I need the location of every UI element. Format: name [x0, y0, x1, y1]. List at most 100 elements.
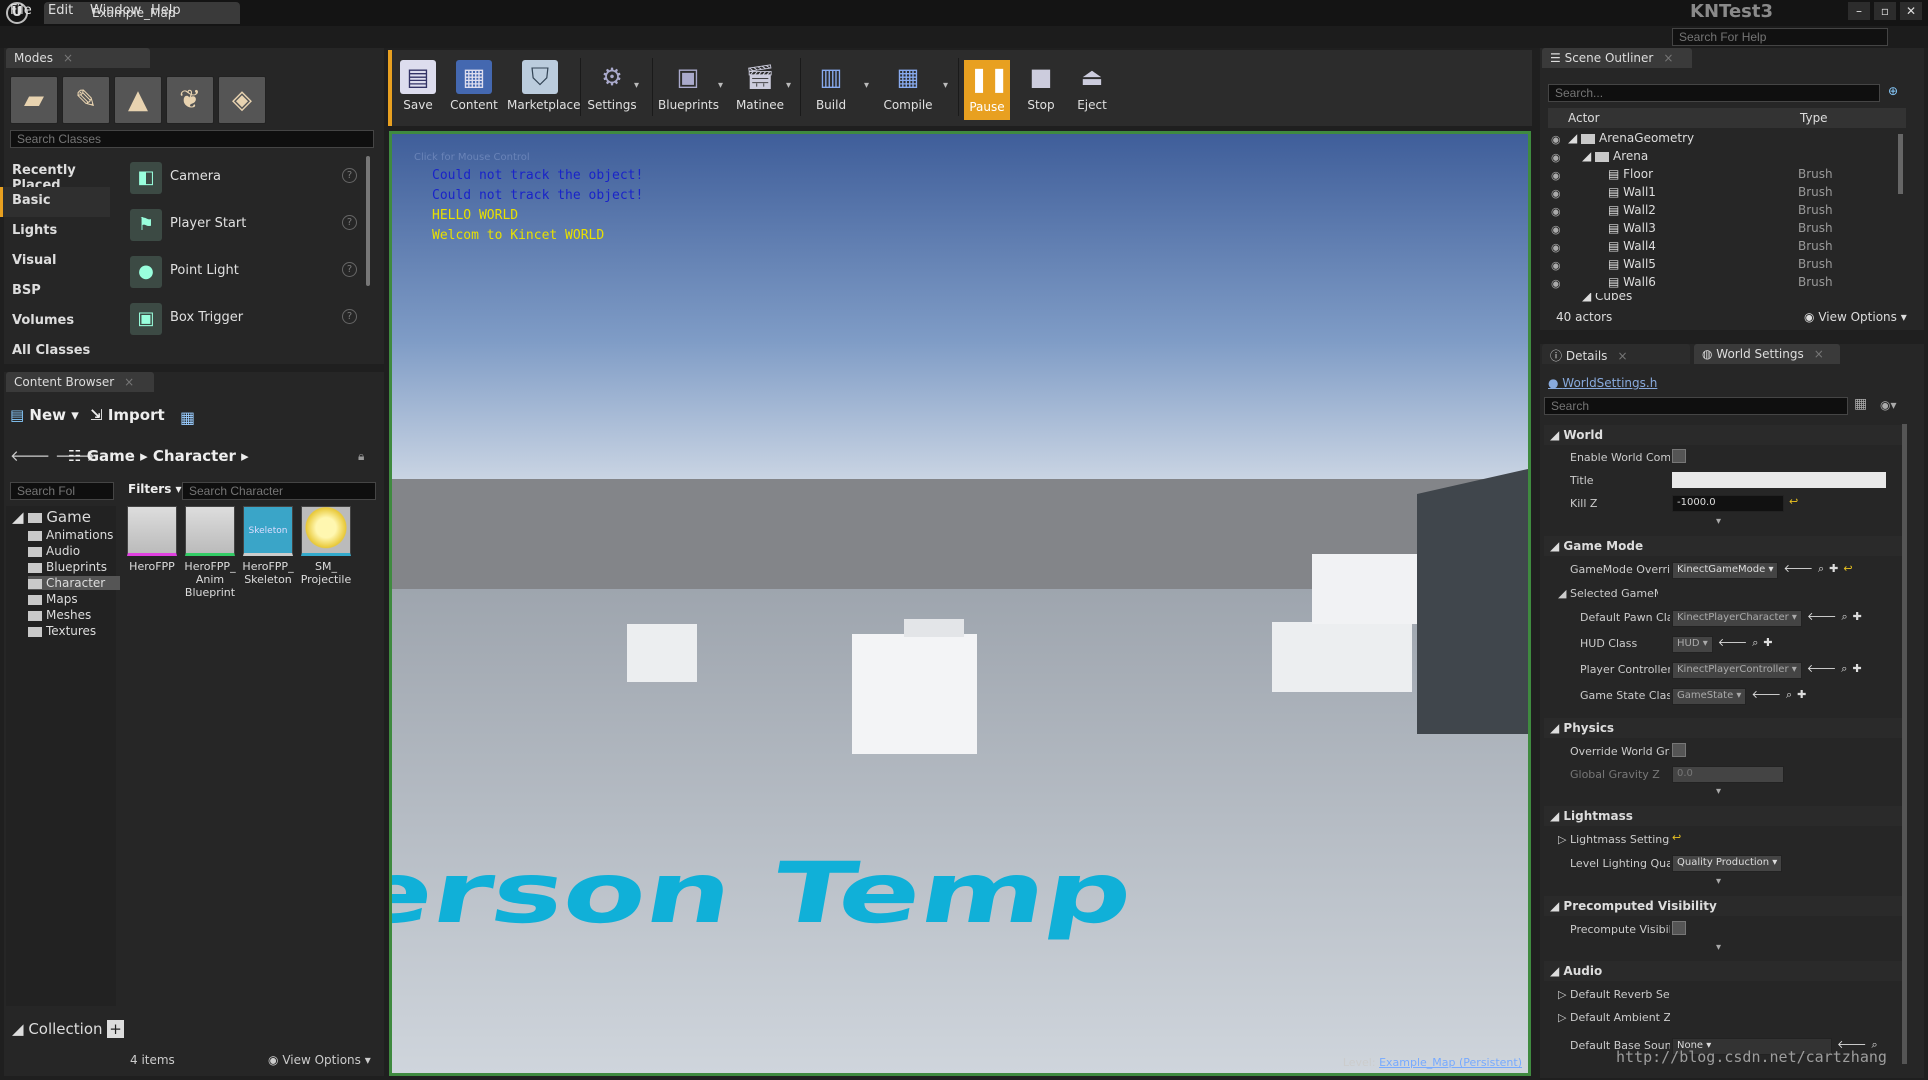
outliner-search-input[interactable] — [1548, 84, 1880, 102]
scrollbar[interactable] — [366, 156, 370, 286]
collections-header[interactable]: ◢ Collection + — [12, 1020, 124, 1038]
save-button[interactable]: ▤ Save — [393, 60, 443, 118]
prop-label[interactable]: ▷ Lightmass Settings — [1558, 833, 1670, 846]
tree-folder-audio[interactable]: Audio — [28, 544, 120, 558]
browse-icon[interactable]: ⌕ — [1841, 662, 1847, 675]
settings-button[interactable]: ⚙ Settings — [586, 60, 638, 118]
paint-mode-icon[interactable]: ✎ — [62, 76, 110, 124]
expand-icon[interactable]: ▾ — [1716, 786, 1721, 797]
default-pawn-select[interactable]: KinectPlayerCharacter ▾ — [1672, 610, 1802, 627]
outliner-row-wall5[interactable]: ◉ ▤ Wall5 Brush — [1548, 257, 1908, 275]
eye-icon[interactable]: ◉ — [1551, 133, 1561, 146]
search-classes-input[interactable] — [10, 130, 374, 148]
blueprints-button[interactable]: ▣ Blueprints — [658, 60, 719, 118]
gamemode-override-select[interactable]: KinectGameMode ▾ — [1672, 562, 1779, 579]
eye-icon[interactable]: ◉▾ — [1880, 398, 1897, 412]
close-icon[interactable]: × — [1663, 51, 1673, 65]
new-button[interactable]: ▤ New ▾ — [10, 406, 79, 424]
override-gravity-checkbox[interactable] — [1672, 743, 1686, 757]
asset-sm-projectile[interactable]: SM_ Projectile — [300, 506, 352, 586]
col-type[interactable]: Type — [1800, 111, 1828, 125]
browse-icon[interactable]: ⌕ — [1752, 636, 1758, 649]
col-actor[interactable]: Actor — [1568, 111, 1600, 125]
import-button[interactable]: ⇲ Import — [90, 406, 165, 424]
asset-search-input[interactable] — [182, 482, 376, 500]
category-recently-placed[interactable]: Recently Placed — [0, 157, 110, 193]
player-controller-select[interactable]: KinectPlayerController ▾ — [1672, 662, 1802, 679]
matinee-dropdown-icon[interactable]: ▾ — [786, 80, 791, 91]
title-input[interactable] — [1672, 472, 1886, 488]
kill-z-input[interactable]: -1000.0 — [1672, 495, 1784, 512]
folder-tree-icon[interactable]: ☷ — [68, 447, 81, 465]
close-icon[interactable]: × — [63, 51, 73, 65]
help-icon[interactable]: ? — [342, 262, 357, 277]
foliage-mode-icon[interactable]: ❦ — [166, 76, 214, 124]
reset-icon[interactable]: ↩ — [1789, 495, 1798, 508]
add-icon[interactable]: ✚ — [1853, 610, 1862, 623]
stop-button[interactable]: ■ Stop — [1016, 60, 1066, 118]
scrollbar[interactable] — [1898, 134, 1903, 194]
object-link[interactable]: WorldSettings.h — [1562, 376, 1657, 390]
menu-edit[interactable]: Edit — [48, 3, 73, 18]
prop-label[interactable]: ◢ Selected GameMo — [1558, 587, 1658, 600]
category-basic[interactable]: Basic — [0, 187, 110, 217]
tree-folder-meshes[interactable]: Meshes — [28, 608, 120, 622]
enable-world-comp-checkbox[interactable] — [1672, 449, 1686, 463]
prop-label[interactable]: ▷ Default Reverb Sett — [1558, 988, 1670, 1001]
tab-content-browser[interactable]: Content Browser × — [6, 372, 154, 392]
eye-icon[interactable]: ◉ — [1551, 277, 1561, 290]
prop-label[interactable]: ▷ Default Ambient Zo — [1558, 1011, 1670, 1024]
outliner-row-wall3[interactable]: ◉ ▤ Wall3 Brush — [1548, 221, 1908, 239]
settings-dropdown-icon[interactable]: ▾ — [634, 80, 639, 91]
tree-folder-character[interactable]: Character — [28, 576, 120, 590]
help-icon[interactable]: ? — [342, 309, 357, 324]
build-dropdown-icon[interactable]: ▾ — [864, 80, 869, 91]
class-item-camera[interactable]: ◧ Camera? — [126, 156, 366, 200]
tab-world-settings[interactable]: ◍ World Settings × — [1694, 344, 1840, 364]
tab-details[interactable]: ⓘ Details × — [1542, 344, 1690, 364]
close-icon[interactable]: ✕ — [1900, 2, 1922, 20]
use-selected-icon[interactable]: 🡐 — [1718, 636, 1748, 649]
details-search-input[interactable] — [1544, 397, 1848, 415]
category-visual[interactable]: Visual — [0, 247, 110, 277]
tree-folder-blueprints[interactable]: Blueprints — [28, 560, 120, 574]
class-item-box-trigger[interactable]: ▣ Box Trigger? — [126, 297, 366, 341]
build-button[interactable]: ▥ Build — [806, 60, 856, 118]
breadcrumb-game[interactable]: Game — [87, 447, 135, 465]
hud-class-select[interactable]: HUD ▾ — [1672, 636, 1713, 653]
outliner-row-floor[interactable]: ◉ ▤ Floor Brush — [1548, 167, 1908, 185]
class-item-player-start[interactable]: ⚑ Player Start? — [126, 203, 366, 247]
use-selected-icon[interactable]: 🡐 — [1783, 562, 1813, 575]
pause-button[interactable]: ❚❚ Pause — [964, 60, 1010, 120]
add-icon[interactable]: ✚ — [1797, 688, 1806, 701]
class-item-point-light[interactable]: ● Point Light? — [126, 250, 366, 294]
outliner-row-wall2[interactable]: ◉ ▤ Wall2 Brush — [1548, 203, 1908, 221]
maximize-icon[interactable]: ▫ — [1874, 2, 1896, 20]
folder-search-input[interactable] — [10, 482, 114, 500]
category-volumes[interactable]: Volumes — [0, 307, 110, 337]
category-bsp[interactable]: BSP — [0, 277, 110, 307]
reset-icon[interactable]: ↩ — [1843, 562, 1852, 575]
category-lights[interactable]: Lights — [0, 217, 110, 247]
asset-herofpp-skeleton[interactable]: Skeleton HeroFPP_ Skeleton — [242, 506, 294, 586]
add-collection-icon[interactable]: + — [107, 1020, 124, 1038]
close-icon[interactable]: × — [1617, 349, 1627, 363]
help-search-input[interactable] — [1672, 28, 1888, 46]
filters-button[interactable]: Filters ▾ — [128, 482, 182, 496]
marketplace-button[interactable]: ⛉ Marketplace — [507, 60, 581, 118]
compile-dropdown-icon[interactable]: ▾ — [943, 80, 948, 91]
tab-modes[interactable]: Modes × — [6, 48, 150, 68]
add-icon[interactable]: ✚ — [1829, 562, 1838, 575]
asset-herofpp-anim-blueprint[interactable]: HeroFPP_ Anim Blueprint — [184, 506, 236, 599]
outliner-row-arena[interactable]: ◉ ◢ Arena — [1548, 149, 1908, 167]
grid-view-icon[interactable]: ▦ — [1854, 396, 1867, 412]
minimize-icon[interactable]: – — [1848, 2, 1870, 20]
eye-icon[interactable]: ◉ — [1551, 241, 1561, 254]
matinee-button[interactable]: 🎬︎ Matinee — [734, 60, 786, 118]
compile-button[interactable]: ▦ Compile — [882, 60, 934, 118]
content-view-options[interactable]: ◉ View Options ▾ — [268, 1053, 371, 1067]
eye-icon[interactable]: ◉ — [1551, 151, 1561, 164]
blueprints-dropdown-icon[interactable]: ▾ — [718, 80, 723, 91]
tree-folder-animations[interactable]: Animations — [28, 528, 120, 542]
expand-icon[interactable]: ▾ — [1716, 942, 1721, 953]
